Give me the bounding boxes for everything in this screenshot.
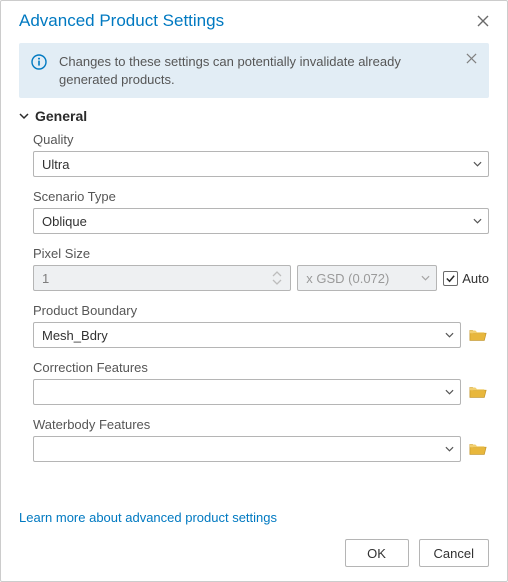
label-waterbody-features: Waterbody Features — [33, 417, 489, 432]
cancel-button[interactable]: Cancel — [419, 539, 489, 567]
chevron-down-icon — [19, 111, 29, 121]
caret-down-icon — [445, 331, 454, 340]
folder-icon — [469, 327, 487, 343]
dialog-content: General Quality Ultra Scenario Type Obli… — [1, 108, 507, 502]
checkbox-auto[interactable] — [443, 271, 458, 286]
info-icon — [31, 54, 47, 70]
browse-product-boundary[interactable] — [467, 325, 489, 345]
chevron-down-icon — [272, 279, 282, 285]
info-message: Changes to these settings can potentiall… — [59, 53, 452, 88]
field-scenario: Scenario Type Oblique — [33, 189, 489, 234]
select-pixel-unit-value: x GSD (0.072) — [306, 271, 389, 286]
browse-correction-features[interactable] — [467, 382, 489, 402]
input-pixel-size: 1 — [33, 265, 291, 291]
button-bar: OK Cancel — [1, 539, 507, 581]
folder-icon — [469, 384, 487, 400]
label-scenario: Scenario Type — [33, 189, 489, 204]
select-product-boundary[interactable]: Mesh_Bdry — [33, 322, 461, 348]
spinner-buttons — [272, 268, 286, 288]
check-icon — [445, 273, 456, 284]
learn-more-link[interactable]: Learn more about advanced product settin… — [1, 510, 507, 525]
label-pixel-size: Pixel Size — [33, 246, 489, 261]
select-pixel-unit: x GSD (0.072) — [297, 265, 437, 291]
close-icon — [477, 15, 489, 27]
select-scenario-value: Oblique — [42, 214, 87, 229]
field-correction-features: Correction Features — [33, 360, 489, 405]
label-correction-features: Correction Features — [33, 360, 489, 375]
titlebar: Advanced Product Settings — [1, 1, 507, 39]
browse-waterbody-features[interactable] — [467, 439, 489, 459]
input-pixel-size-value: 1 — [42, 271, 49, 286]
select-product-boundary-value: Mesh_Bdry — [42, 328, 108, 343]
select-quality[interactable]: Ultra — [33, 151, 489, 177]
info-banner: Changes to these settings can potentiall… — [19, 43, 489, 98]
field-pixel-size: Pixel Size 1 x GSD (0.072) — [33, 246, 489, 291]
folder-icon — [469, 441, 487, 457]
field-product-boundary: Product Boundary Mesh_Bdry — [33, 303, 489, 348]
label-quality: Quality — [33, 132, 489, 147]
info-dismiss-button[interactable] — [464, 53, 479, 64]
select-quality-value: Ultra — [42, 157, 69, 172]
close-icon — [466, 53, 477, 64]
close-button[interactable] — [473, 13, 493, 29]
label-product-boundary: Product Boundary — [33, 303, 489, 318]
field-waterbody-features: Waterbody Features — [33, 417, 489, 462]
select-correction-features[interactable] — [33, 379, 461, 405]
chevron-up-icon — [272, 271, 282, 277]
checkbox-auto-label: Auto — [462, 271, 489, 286]
caret-down-icon — [473, 160, 482, 169]
caret-down-icon — [445, 388, 454, 397]
advanced-product-settings-dialog: Advanced Product Settings Changes to the… — [0, 0, 508, 582]
checkbox-auto-wrap: Auto — [443, 271, 489, 286]
select-scenario[interactable]: Oblique — [33, 208, 489, 234]
dialog-title: Advanced Product Settings — [19, 11, 224, 31]
caret-down-icon — [473, 217, 482, 226]
section-title-general: General — [35, 108, 87, 124]
caret-down-icon — [445, 445, 454, 454]
field-quality: Quality Ultra — [33, 132, 489, 177]
section-toggle-general[interactable]: General — [19, 108, 489, 124]
select-waterbody-features[interactable] — [33, 436, 461, 462]
caret-down-icon — [421, 274, 430, 283]
ok-button[interactable]: OK — [345, 539, 409, 567]
